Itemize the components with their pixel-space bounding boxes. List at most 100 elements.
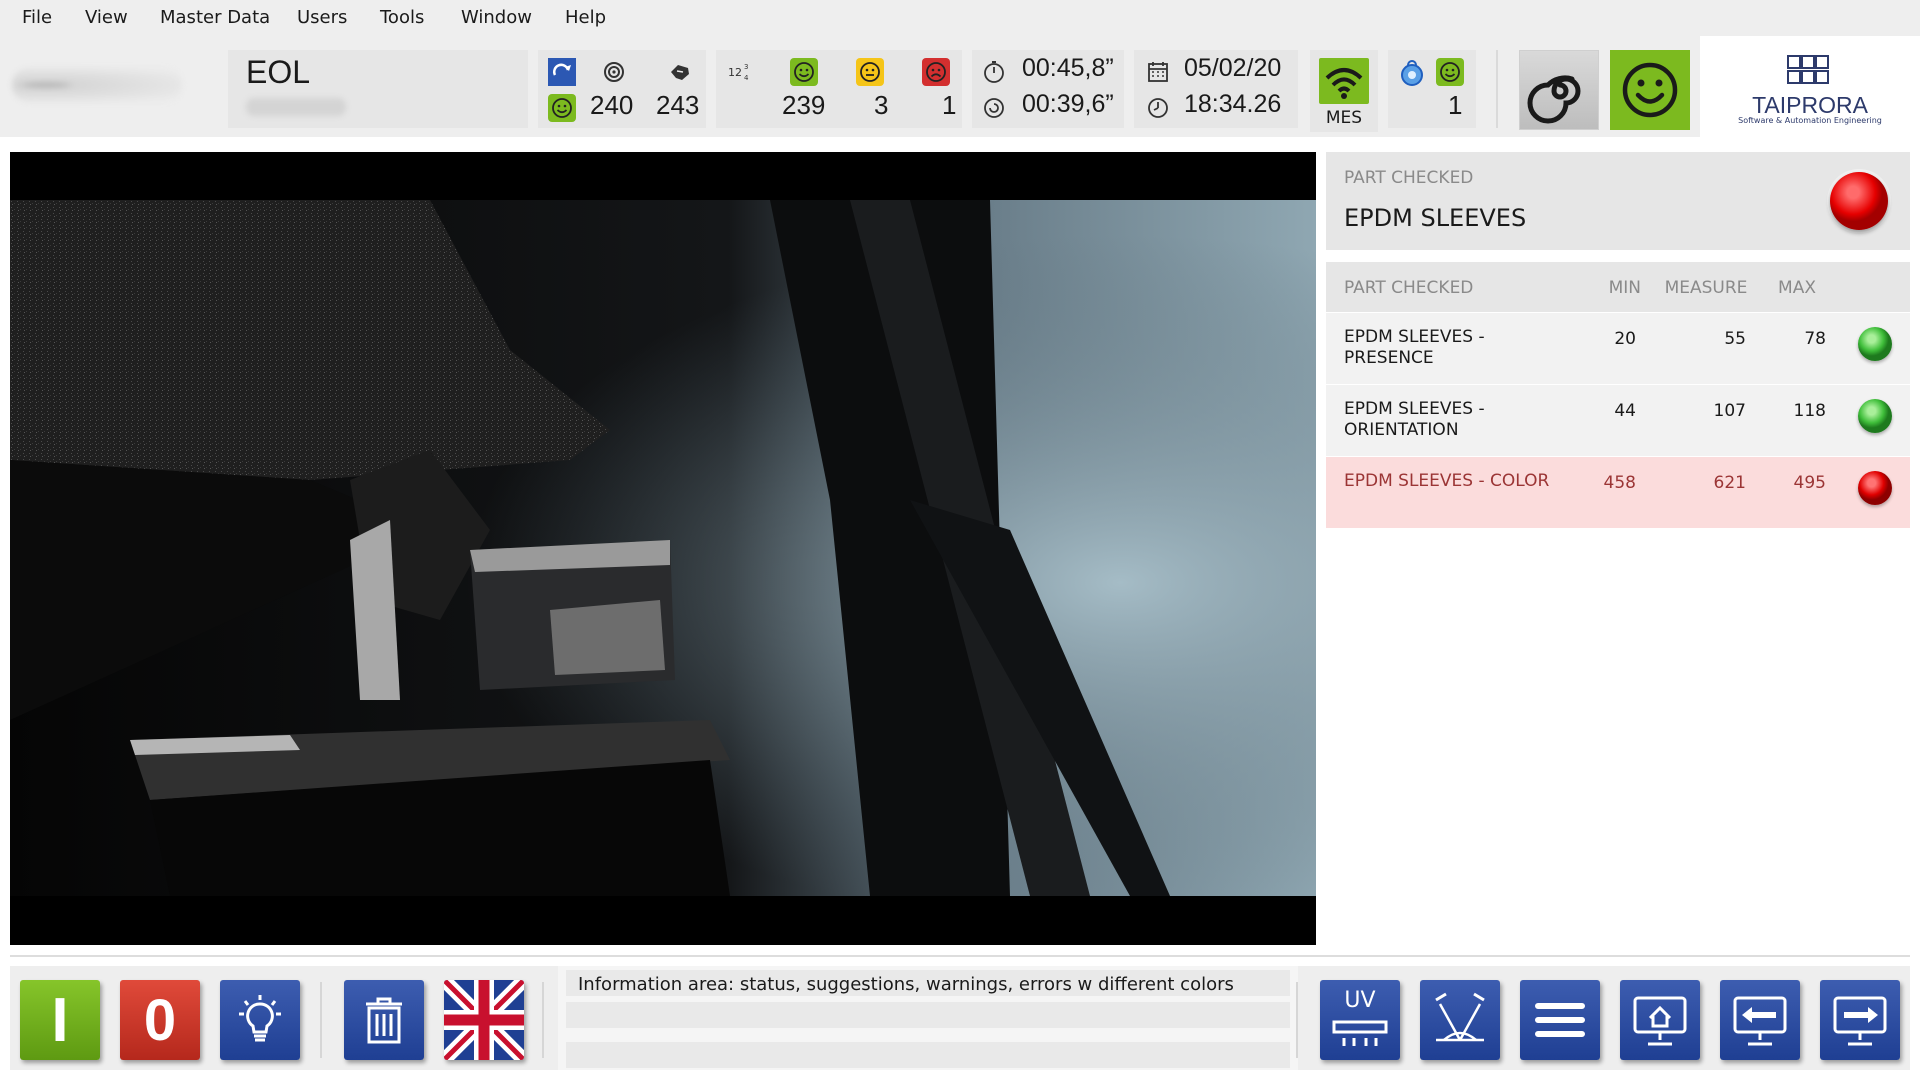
row-min: 458 bbox=[1603, 473, 1636, 493]
toolbar-divider bbox=[542, 982, 544, 1058]
total-count-a: 240 bbox=[590, 90, 634, 120]
uv-label: UV bbox=[1344, 988, 1376, 1013]
header-min: MIN bbox=[1608, 278, 1641, 298]
menu-icon bbox=[1535, 1003, 1585, 1037]
menu-button[interactable] bbox=[1520, 980, 1600, 1060]
mes-status[interactable]: MES bbox=[1310, 50, 1378, 132]
lights-angle-button[interactable] bbox=[1420, 980, 1500, 1060]
table-row[interactable]: EPDM SLEEVES - ORIENTATION 44 107 118 bbox=[1326, 384, 1910, 456]
row-min: 44 bbox=[1614, 401, 1636, 421]
result-status-led bbox=[1830, 172, 1888, 230]
row-status-led bbox=[1858, 327, 1892, 361]
forward-button[interactable] bbox=[1820, 980, 1900, 1060]
info-line-2 bbox=[566, 1002, 1290, 1028]
forward-icon bbox=[1833, 996, 1887, 1046]
menu-users[interactable]: Users bbox=[297, 7, 347, 28]
menu-file[interactable]: File bbox=[22, 7, 52, 28]
header-max: MAX bbox=[1778, 278, 1816, 298]
datetime-panel: 05/02/20 18:34.26 bbox=[1134, 50, 1298, 128]
svg-text:12: 12 bbox=[728, 66, 742, 79]
menu-bar: File View Master Data Users Tools Window… bbox=[0, 0, 1920, 36]
counter-icon: 12 3 4 bbox=[726, 58, 754, 86]
mes-label: MES bbox=[1325, 108, 1363, 128]
header-divider bbox=[1496, 50, 1498, 128]
target-icon bbox=[600, 58, 628, 86]
operator-count: 1 bbox=[1448, 90, 1463, 120]
smiley-bad-icon bbox=[922, 58, 950, 86]
back-button[interactable] bbox=[1720, 980, 1800, 1060]
language-button[interactable] bbox=[444, 980, 524, 1060]
menu-tools[interactable]: Tools bbox=[380, 7, 424, 28]
camera-image bbox=[10, 200, 1316, 896]
home-screen-button[interactable] bbox=[1620, 980, 1700, 1060]
result-card: PART CHECKED EPDM SLEEVES bbox=[1326, 152, 1910, 250]
row-min: 20 bbox=[1614, 329, 1636, 349]
row-status-led bbox=[1858, 471, 1892, 505]
row-part-name: EPDM SLEEVES - ORIENTATION bbox=[1344, 399, 1485, 440]
start-label: I bbox=[51, 985, 69, 1055]
row-measure: 107 bbox=[1713, 401, 1746, 421]
spiral-icon bbox=[980, 94, 1008, 122]
smiley-warn-icon bbox=[856, 58, 884, 86]
information-area: Information area: status, suggestions, w… bbox=[558, 966, 1298, 1070]
wifi-icon bbox=[1319, 58, 1369, 104]
camera-view[interactable] bbox=[10, 152, 1316, 945]
counters-panel: 240 243 bbox=[538, 50, 706, 128]
row-measure: 55 bbox=[1724, 329, 1746, 349]
company-logo bbox=[12, 68, 182, 102]
bad-count: 1 bbox=[942, 90, 957, 120]
result-label: PART CHECKED bbox=[1344, 168, 1474, 188]
spiral-mode-button[interactable] bbox=[1519, 50, 1599, 130]
cycle-icon bbox=[548, 58, 576, 86]
table-row[interactable]: EPDM SLEEVES - COLOR 458 621 495 bbox=[1326, 456, 1910, 528]
keyfob-icon bbox=[1398, 58, 1426, 86]
delete-button[interactable] bbox=[344, 980, 424, 1060]
spiral-icon bbox=[1527, 75, 1581, 124]
bottom-separator bbox=[10, 955, 1910, 957]
station-name: EOL bbox=[246, 54, 311, 90]
start-button[interactable]: I bbox=[20, 980, 100, 1060]
smiley-good-icon bbox=[790, 58, 818, 86]
row-part-name: EPDM SLEEVES - PRESENCE bbox=[1344, 327, 1485, 368]
info-message: Information area: status, suggestions, w… bbox=[578, 974, 1234, 995]
smiley-good-icon bbox=[1622, 62, 1678, 118]
stopwatch-icon bbox=[980, 58, 1008, 86]
brand-mark-icon bbox=[1787, 55, 1829, 84]
back-icon bbox=[1733, 996, 1787, 1046]
toolbar-divider bbox=[320, 982, 322, 1058]
header-part-checked: PART CHECKED bbox=[1344, 278, 1474, 298]
home-screen-icon bbox=[1633, 996, 1687, 1046]
cycle-time: 00:45,8” bbox=[1022, 54, 1114, 82]
hand-icon bbox=[666, 58, 694, 86]
stop-button[interactable]: 0 bbox=[120, 980, 200, 1060]
table-header: PART CHECKED MIN MEASURE MAX bbox=[1326, 262, 1910, 312]
menu-master-data[interactable]: Master Data bbox=[160, 7, 270, 28]
light-button[interactable] bbox=[220, 980, 300, 1060]
menu-window[interactable]: Window bbox=[461, 7, 532, 28]
info-line-3 bbox=[566, 1042, 1290, 1068]
status-smiley-button[interactable] bbox=[1610, 50, 1690, 130]
smiley-good-icon bbox=[1436, 58, 1464, 86]
warning-count: 3 bbox=[874, 90, 889, 120]
brand-tagline: Software & Automation Engineering bbox=[1738, 116, 1882, 125]
menu-help[interactable]: Help bbox=[565, 7, 606, 28]
times-panel: 00:45,8” 00:39,6” bbox=[972, 50, 1124, 128]
brand-logo: TAIPRORA Software & Automation Engineeri… bbox=[1700, 36, 1920, 137]
trash-icon bbox=[366, 997, 402, 1044]
uv-button[interactable]: UV bbox=[1320, 980, 1400, 1060]
row-status-led bbox=[1858, 399, 1892, 433]
svg-text:4: 4 bbox=[744, 74, 749, 82]
station-subtitle bbox=[246, 98, 346, 116]
stop-label: 0 bbox=[143, 987, 177, 1053]
operators-panel: 1 bbox=[1388, 50, 1476, 128]
measurement-table: PART CHECKED MIN MEASURE MAX EPDM SLEEVE… bbox=[1326, 262, 1910, 528]
current-date: 05/02/20 bbox=[1184, 54, 1282, 82]
row-max: 78 bbox=[1804, 329, 1826, 349]
header-measure: MEASURE bbox=[1664, 278, 1748, 298]
good-count: 239 bbox=[782, 90, 826, 120]
menu-view[interactable]: View bbox=[85, 7, 128, 28]
table-row[interactable]: EPDM SLEEVES - PRESENCE 20 55 78 bbox=[1326, 312, 1910, 384]
brand-name: TAIPRORA bbox=[1752, 92, 1868, 118]
smiley-good-icon bbox=[548, 94, 576, 122]
row-measure: 621 bbox=[1713, 473, 1746, 493]
